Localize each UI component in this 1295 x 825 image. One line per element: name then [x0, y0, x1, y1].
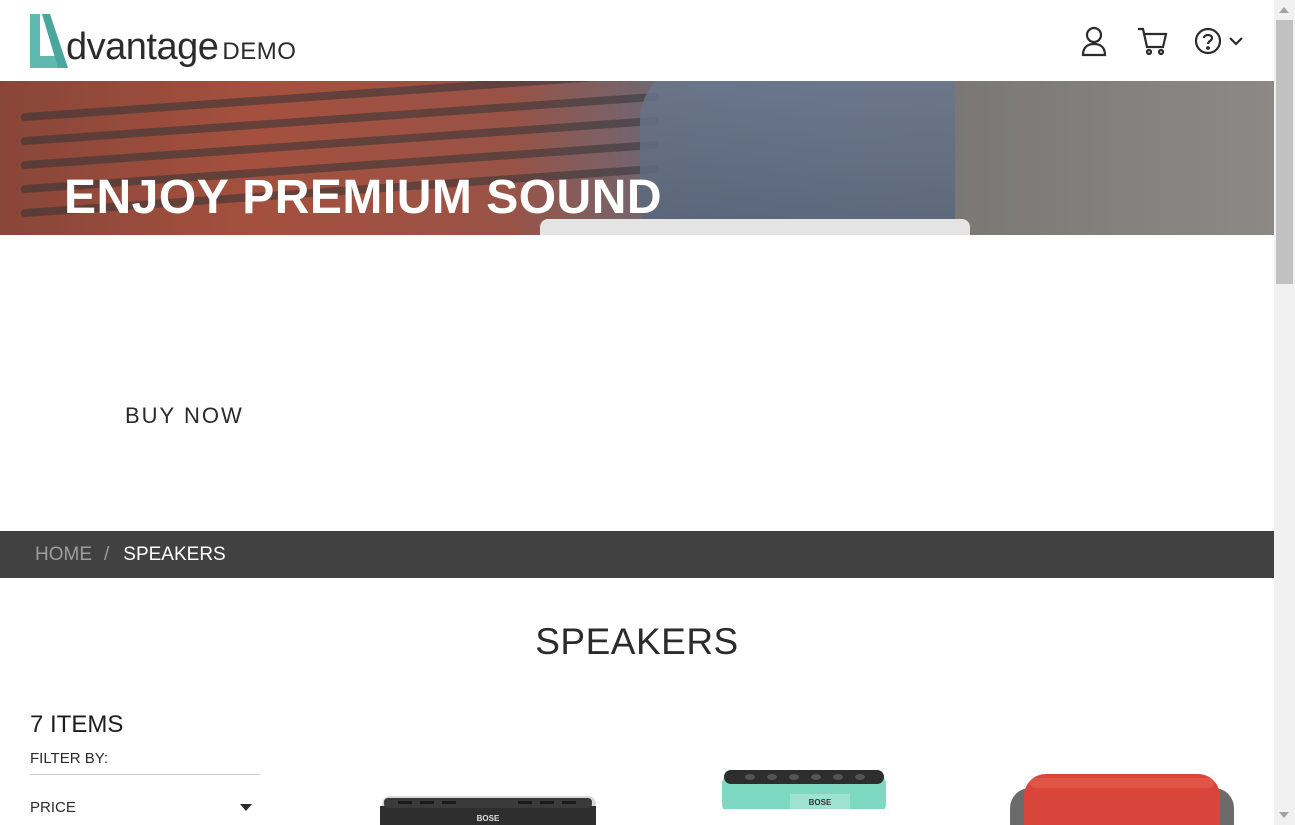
filter-price-label: PRICE [30, 799, 76, 816]
cart-icon[interactable] [1135, 24, 1169, 58]
product-image-red-speaker[interactable] [1010, 772, 1234, 825]
breadcrumb-home-link[interactable]: HOME [35, 544, 92, 566]
product-image-bose-speaker-black[interactable]: BOSE [378, 790, 598, 825]
product-brand-1: BOSE [477, 814, 500, 823]
category-title: SPEAKERS [535, 621, 739, 662]
breadcrumb: HOME / SPEAKERS [0, 531, 1274, 578]
breadcrumb-separator: / [104, 543, 110, 565]
chevron-down-icon[interactable] [1225, 24, 1247, 58]
hero-title: ENJOY PREMIUM SOUND [64, 171, 663, 224]
logo[interactable]: dvantage DEMO [28, 12, 296, 70]
help-icon[interactable] [1193, 24, 1223, 58]
page: dvantage DEMO ENJOY PREMIUM SOUND BUY NO… [0, 0, 1295, 825]
scrollbar[interactable] [1274, 0, 1295, 825]
divider [30, 774, 260, 775]
caret-down-icon [240, 804, 252, 811]
items-count: 7 ITEMS [30, 711, 124, 738]
scroll-up-arrow-icon[interactable] [1279, 7, 1289, 13]
product-brand-2: BOSE [809, 798, 832, 807]
buy-now-button[interactable]: BUY NOW [125, 403, 244, 429]
product-image-bose-speaker-mint[interactable]: BOSE [720, 768, 888, 809]
user-icon[interactable] [1077, 24, 1111, 58]
hero-banner: ENJOY PREMIUM SOUND [0, 81, 1274, 235]
scroll-down-arrow-icon[interactable] [1279, 812, 1289, 818]
scrollbar-thumb[interactable] [1276, 20, 1293, 284]
site-header: dvantage DEMO [0, 0, 1274, 81]
breadcrumb-current: SPEAKERS [123, 543, 226, 565]
logo-word: dvantage [66, 26, 219, 68]
filter-price-toggle[interactable]: PRICE [30, 799, 252, 816]
logo-suffix: DEMO [222, 38, 297, 65]
logo-mark-icon [30, 14, 68, 68]
filter-by-label: FILTER BY: [30, 750, 109, 767]
